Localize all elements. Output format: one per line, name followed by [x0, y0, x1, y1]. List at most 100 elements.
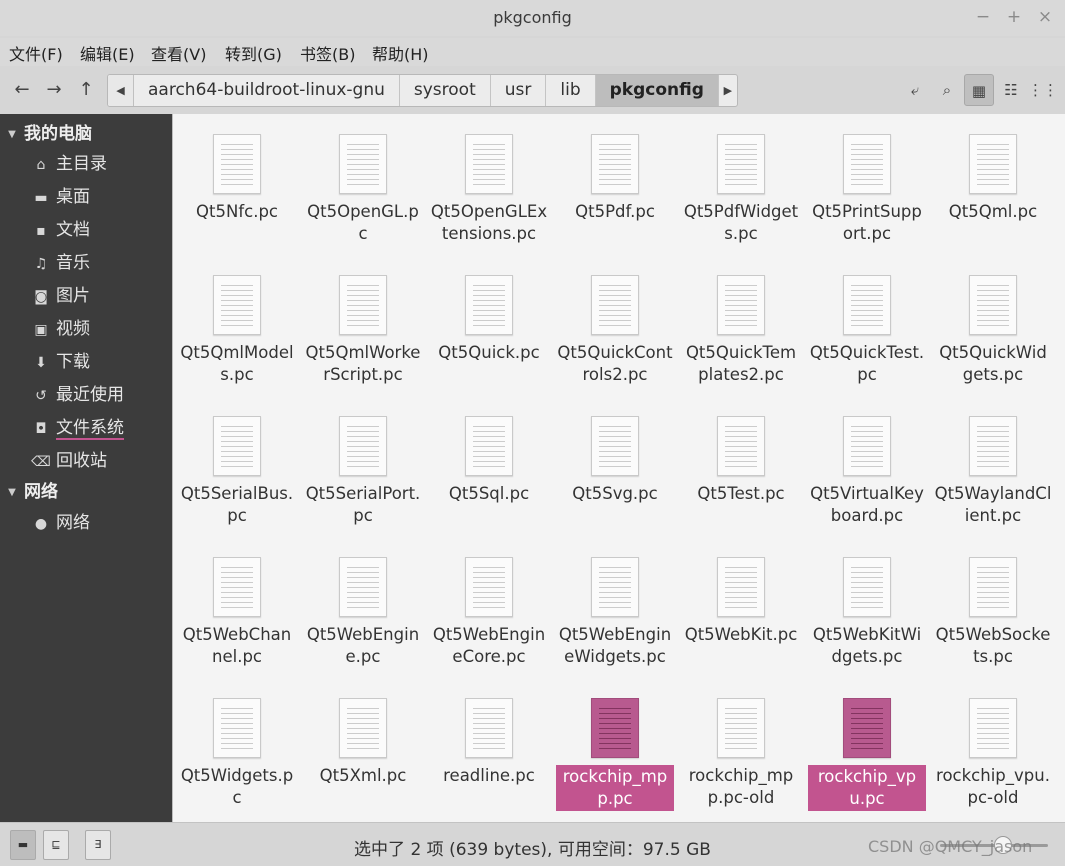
sidebar-item-trash[interactable]: ⌫ 回收站: [30, 446, 107, 472]
text-file-icon: [969, 557, 1017, 617]
sidebar-item-home[interactable]: ⌂ 主目录: [30, 149, 107, 175]
sidebar-item-label: 主目录: [56, 154, 107, 174]
file-item[interactable]: Qt5Quick.pc: [426, 256, 552, 397]
scrollbar[interactable]: [1059, 114, 1065, 822]
file-item[interactable]: Qt5QuickControls2.pc: [552, 256, 678, 397]
desktop-icon: ▬: [34, 190, 48, 206]
text-file-icon: [339, 275, 387, 335]
sidebar-item-videos[interactable]: ▣ 视频: [30, 314, 90, 340]
file-item[interactable]: Qt5OpenGLExtensions.pc: [426, 115, 552, 256]
file-name: Qt5PdfWidgets.pc: [682, 201, 800, 245]
file-name-text: Qt5QmlWorkerScript.pc: [305, 343, 421, 384]
file-name-text: Qt5Qml.pc: [948, 202, 1038, 221]
search-icon[interactable]: ⌕: [932, 74, 962, 106]
file-item[interactable]: Qt5WebEngine.pc: [300, 538, 426, 679]
watermark: CSDN @QMCY_jason: [868, 837, 1033, 856]
sidebar-item-downloads[interactable]: ⬇ 下载: [30, 347, 90, 373]
up-icon[interactable]: ↑: [72, 76, 100, 104]
file-item[interactable]: Qt5Sql.pc: [426, 397, 552, 538]
close-button[interactable]: ×: [1034, 6, 1056, 28]
file-item[interactable]: Qt5Pdf.pc: [552, 115, 678, 256]
sidebar-item-label: 文件系统: [56, 418, 124, 440]
file-item[interactable]: Qt5Widgets.pc: [174, 679, 300, 820]
file-item[interactable]: Qt5WebEngineCore.pc: [426, 538, 552, 679]
file-item[interactable]: Qt5WebSockets.pc: [930, 538, 1056, 679]
file-item[interactable]: Qt5WebKit.pc: [678, 538, 804, 679]
file-item[interactable]: rockchip_vpu.pc-old: [930, 679, 1056, 820]
menu-edit[interactable]: 编辑(E): [80, 41, 135, 65]
file-item[interactable]: Qt5OpenGL.pc: [300, 115, 426, 256]
file-item[interactable]: rockchip_mpp.pc-old: [678, 679, 804, 820]
file-item[interactable]: Qt5QuickTest.pc: [804, 256, 930, 397]
breadcrumb-item-active[interactable]: pkgconfig: [595, 75, 719, 106]
file-item[interactable]: Qt5QmlModels.pc: [174, 256, 300, 397]
forward-icon[interactable]: →: [40, 76, 68, 104]
file-item[interactable]: Qt5PrintSupport.pc: [804, 115, 930, 256]
sidebar-section-computer[interactable]: ▼ 我的电脑: [0, 119, 92, 144]
file-name: Qt5WebEngineCore.pc: [430, 624, 548, 668]
file-name: Qt5WebKit.pc: [682, 624, 800, 646]
sidebar-item-pictures[interactable]: ◙ 图片: [30, 281, 90, 307]
menu-file[interactable]: 文件(F): [9, 41, 63, 65]
breadcrumb-item[interactable]: usr: [491, 75, 547, 106]
file-name-text: Qt5WebChannel.pc: [182, 625, 292, 666]
file-name-text: Qt5WebEngineWidgets.pc: [558, 625, 672, 666]
sidebar-section-network[interactable]: ▼ 网络: [0, 477, 58, 502]
text-file-icon: [969, 698, 1017, 758]
file-item[interactable]: Qt5PdfWidgets.pc: [678, 115, 804, 256]
menu-bookmarks[interactable]: 书签(B): [300, 41, 355, 65]
breadcrumb-prev-icon[interactable]: ◀: [108, 75, 134, 106]
file-name-text: Qt5PdfWidgets.pc: [683, 202, 799, 243]
file-item[interactable]: Qt5Xml.pc: [300, 679, 426, 820]
sidebar-item-documents[interactable]: ▪ 文档: [30, 215, 90, 241]
file-item[interactable]: rockchip_mpp.pc: [552, 679, 678, 820]
maximize-button[interactable]: +: [1003, 6, 1025, 28]
file-item[interactable]: Qt5WebChannel.pc: [174, 538, 300, 679]
file-item[interactable]: Qt5Qml.pc: [930, 115, 1056, 256]
file-name: Qt5WebKitWidgets.pc: [808, 624, 926, 668]
file-item[interactable]: Qt5WebKitWidgets.pc: [804, 538, 930, 679]
file-item[interactable]: readline.pc: [426, 679, 552, 820]
sidebar-item-recent[interactable]: ↺ 最近使用: [30, 380, 124, 406]
file-item[interactable]: Qt5QuickWidgets.pc: [930, 256, 1056, 397]
icon-view-icon[interactable]: ▦: [964, 74, 994, 106]
menu-go[interactable]: 转到(G): [225, 41, 282, 65]
sidebar-item-network[interactable]: ● 网络: [30, 508, 90, 534]
file-item[interactable]: rockchip_vpu.pc: [804, 679, 930, 820]
file-name-text: Qt5PrintSupport.pc: [812, 202, 922, 243]
list-view-icon[interactable]: ☷: [996, 74, 1026, 106]
text-file-icon: [969, 134, 1017, 194]
file-item[interactable]: Qt5Nfc.pc: [174, 115, 300, 256]
text-file-icon: [591, 416, 639, 476]
file-name-text: Qt5Quick.pc: [438, 343, 540, 362]
back-icon[interactable]: ←: [8, 76, 36, 104]
menu-view[interactable]: 查看(V): [151, 41, 206, 65]
file-item[interactable]: Qt5QuickTemplates2.pc: [678, 256, 804, 397]
sidebar-item-filesystem[interactable]: ◘ 文件系统: [30, 413, 124, 440]
file-item[interactable]: Qt5QmlWorkerScript.pc: [300, 256, 426, 397]
breadcrumb-next-icon[interactable]: ▶: [719, 75, 737, 106]
compact-view-icon[interactable]: ⋮⋮: [1028, 74, 1058, 106]
file-name-text: Qt5SerialBus.pc: [180, 484, 294, 525]
file-name-text: rockchip_vpu.pc: [808, 765, 926, 811]
file-item[interactable]: Qt5WaylandClient.pc: [930, 397, 1056, 538]
file-item[interactable]: Qt5Svg.pc: [552, 397, 678, 538]
download-icon: ⬇: [35, 355, 47, 371]
file-name: Qt5Test.pc: [682, 483, 800, 505]
file-item[interactable]: Qt5SerialBus.pc: [174, 397, 300, 538]
file-item[interactable]: Qt5Test.pc: [678, 397, 804, 538]
sidebar-item-music[interactable]: ♫ 音乐: [30, 248, 90, 274]
sidebar-item-desktop[interactable]: ▬ 桌面: [30, 182, 90, 208]
file-name: Qt5QuickTest.pc: [808, 342, 926, 386]
file-item[interactable]: Qt5SerialPort.pc: [300, 397, 426, 538]
file-item[interactable]: Qt5WebEngineWidgets.pc: [552, 538, 678, 679]
minimize-button[interactable]: −: [972, 6, 994, 28]
file-item[interactable]: Qt5VirtualKeyboard.pc: [804, 397, 930, 538]
breadcrumb-item[interactable]: aarch64-buildroot-linux-gnu: [134, 75, 400, 106]
menu-help[interactable]: 帮助(H): [372, 41, 429, 65]
breadcrumb-item[interactable]: sysroot: [400, 75, 491, 106]
sidebar-section-label: 网络: [24, 482, 58, 502]
location-toggle-icon[interactable]: ⤶: [900, 74, 930, 106]
breadcrumb-item[interactable]: lib: [546, 75, 596, 106]
file-name-text: Qt5QuickTest.pc: [809, 343, 925, 384]
